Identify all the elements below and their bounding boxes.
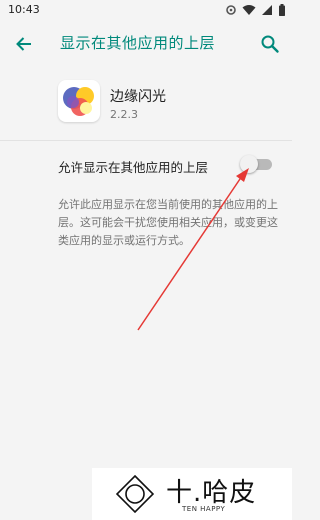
diamond-logo-icon [116,475,154,513]
watermark: 十.哈皮 TEN HAPPY [92,468,292,520]
watermark-title: 十.哈皮 [166,478,257,508]
annotation-arrow [137,168,249,331]
watermark-subtitle: TEN HAPPY [182,505,226,513]
